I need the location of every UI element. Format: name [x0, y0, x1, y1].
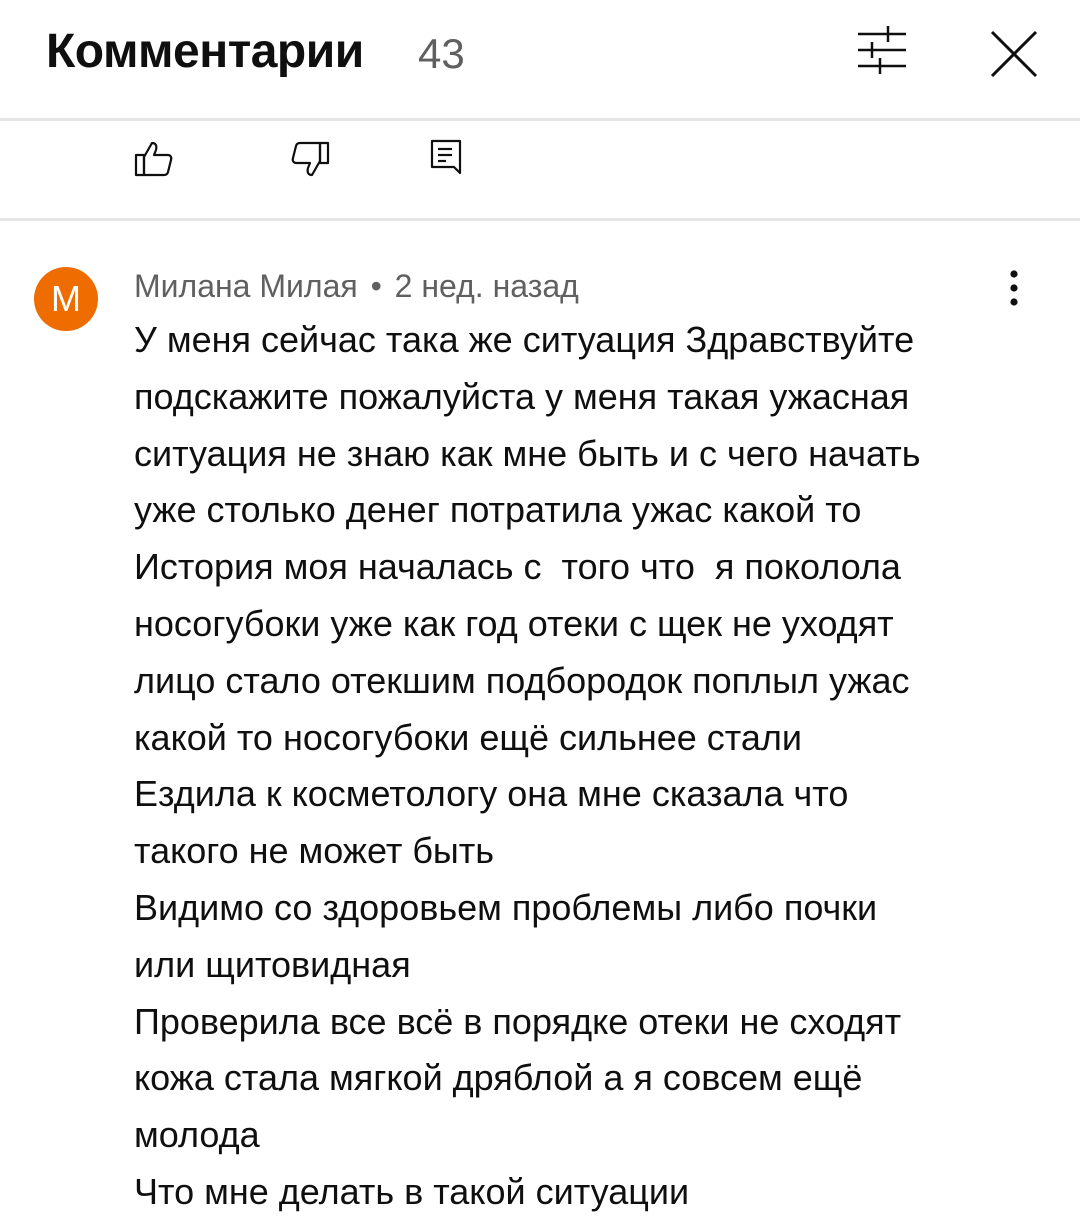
reply-button[interactable]: [428, 137, 472, 181]
avatar[interactable]: М: [34, 267, 98, 331]
thumbs-up-icon: [134, 141, 173, 177]
author-name[interactable]: Милана Милая: [134, 268, 358, 304]
more-vertical-icon: [1010, 270, 1018, 306]
thumbs-down-icon: [291, 141, 330, 177]
sliders-icon: [858, 26, 906, 74]
avatar-letter: М: [51, 278, 81, 319]
sort-filter-button[interactable]: [850, 24, 914, 84]
comment-actions: [0, 123, 1080, 218]
like-button[interactable]: [132, 137, 176, 181]
meta-separator: •: [370, 268, 382, 304]
comments-header: Комментарии 43: [0, 0, 1080, 120]
comment-time: 2 нед. назад: [394, 268, 579, 304]
reply-comment-icon: [430, 139, 462, 175]
close-button[interactable]: [980, 20, 1048, 88]
comment-text: У меня сейчас така же ситуация Здравству…: [134, 319, 921, 1212]
comment-item: М Милана Милая • 2 нед. назад У меня сей…: [0, 222, 1080, 1225]
comment-menu-button[interactable]: [996, 266, 1032, 310]
close-icon: [990, 30, 1038, 78]
panel-title: Комментарии: [46, 25, 364, 78]
comment-meta: Милана Милая • 2 нед. назад: [134, 268, 579, 305]
dislike-button[interactable]: [288, 137, 332, 181]
header-divider: [0, 118, 1080, 121]
comment-count: 43: [418, 30, 465, 77]
actions-divider: [0, 218, 1080, 221]
